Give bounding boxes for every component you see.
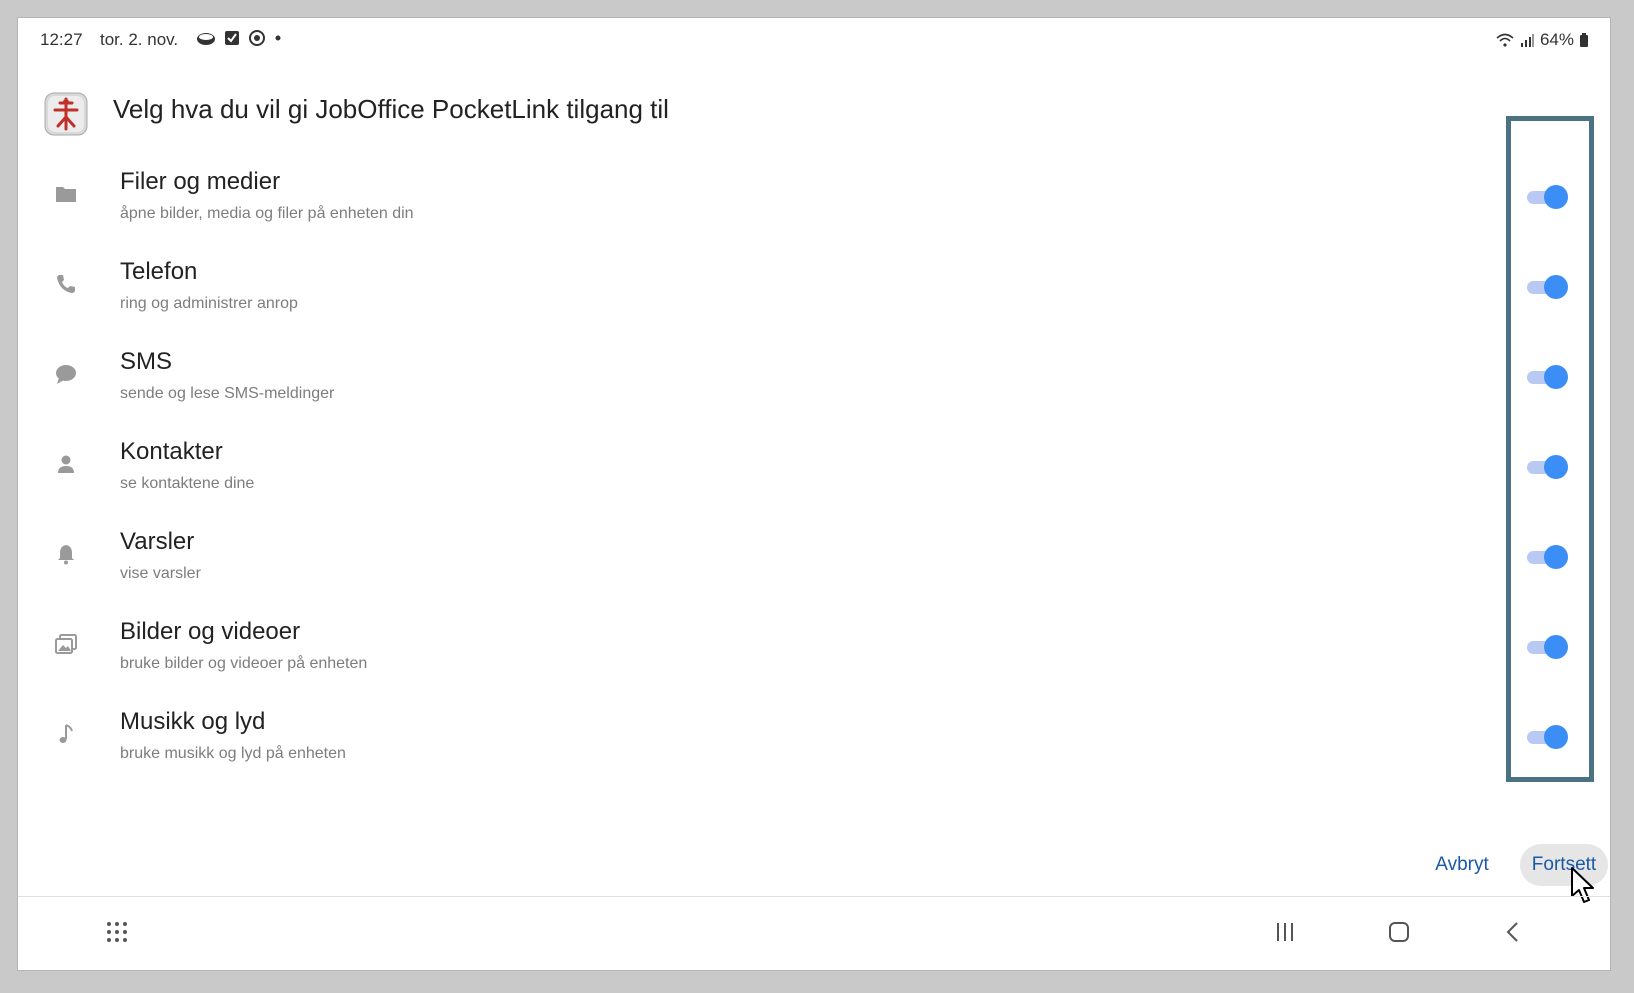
battery-percent: 64% bbox=[1539, 30, 1574, 49]
app-grid-icon[interactable] bbox=[100, 915, 134, 949]
permission-subtitle: se kontaktene dine bbox=[120, 475, 255, 492]
status-time: 12:27 bbox=[40, 30, 83, 49]
status-bar: 12:27 tor. 2. nov. 64% bbox=[18, 18, 1610, 62]
dialog-title: Velg hva du vil gi JobOffice PocketLink … bbox=[113, 94, 669, 124]
phone-icon bbox=[57, 275, 75, 293]
cloud-app-icon bbox=[197, 33, 215, 45]
back-icon[interactable] bbox=[1496, 915, 1530, 949]
android-screen: 12:27 tor. 2. nov. 64% Velg hva du vil g… bbox=[18, 18, 1610, 970]
permission-item-music[interactable]: Musikk og lyd bruke musikk og lyd på enh… bbox=[18, 686, 1610, 780]
permission-subtitle: vise varsler bbox=[120, 565, 201, 582]
person-icon bbox=[58, 455, 74, 473]
dialog-header: Velg hva du vil gi JobOffice PocketLink … bbox=[18, 86, 1610, 146]
signal-icon bbox=[1520, 34, 1534, 47]
bell-icon bbox=[58, 545, 74, 565]
notification-icons bbox=[196, 29, 282, 47]
folder-icon bbox=[56, 187, 76, 202]
cancel-button[interactable]: Avbryt bbox=[1422, 844, 1502, 886]
permission-title: Filer og medier bbox=[120, 168, 281, 195]
photo-icon bbox=[55, 634, 77, 654]
battery-icon bbox=[1580, 33, 1588, 47]
permission-title: Varsler bbox=[120, 528, 195, 555]
status-date: tor. 2. nov. bbox=[100, 30, 179, 49]
home-icon[interactable] bbox=[1382, 915, 1416, 949]
permission-item-notifications[interactable]: Varsler vise varsler bbox=[18, 506, 1610, 600]
recent-apps-icon[interactable] bbox=[1268, 915, 1302, 949]
app-logo-icon bbox=[44, 92, 88, 136]
status-right: 64% bbox=[1496, 30, 1588, 50]
permission-subtitle: sende og lese SMS-meldinger bbox=[120, 385, 335, 402]
permission-item-photos[interactable]: Bilder og videoer bruke bilder og videoe… bbox=[18, 596, 1610, 690]
permission-subtitle: åpne bilder, media og filer på enheten d… bbox=[120, 205, 414, 222]
permission-title: Kontakter bbox=[120, 438, 223, 465]
checkbox-app-icon bbox=[225, 31, 239, 45]
permission-title: Musikk og lyd bbox=[120, 708, 266, 735]
toggles-highlight-box bbox=[1506, 116, 1594, 782]
permission-title: Bilder og videoer bbox=[120, 618, 301, 645]
permission-subtitle: ring og administrer anrop bbox=[120, 295, 298, 312]
message-icon bbox=[56, 365, 76, 384]
sync-app-icon bbox=[249, 30, 265, 46]
permission-item-files[interactable]: Filer og medier åpne bilder, media og fi… bbox=[18, 146, 1610, 240]
permission-subtitle: bruke musikk og lyd på enheten bbox=[120, 745, 346, 762]
permission-title: Telefon bbox=[120, 258, 198, 285]
permission-title: SMS bbox=[120, 348, 173, 375]
music-note-icon bbox=[59, 724, 73, 743]
navigation-bar bbox=[18, 897, 1610, 970]
permission-item-sms[interactable]: SMS sende og lese SMS-meldinger bbox=[18, 326, 1610, 420]
dialog-actions: Avbryt Fortsett bbox=[18, 836, 1610, 892]
permission-item-contacts[interactable]: Kontakter se kontaktene dine bbox=[18, 416, 1610, 510]
wifi-icon bbox=[1496, 33, 1514, 47]
permission-item-phone[interactable]: Telefon ring og administrer anrop bbox=[18, 236, 1610, 330]
more-notifications-dot-icon bbox=[275, 35, 281, 41]
permission-subtitle: bruke bilder og videoer på enheten bbox=[120, 655, 368, 672]
